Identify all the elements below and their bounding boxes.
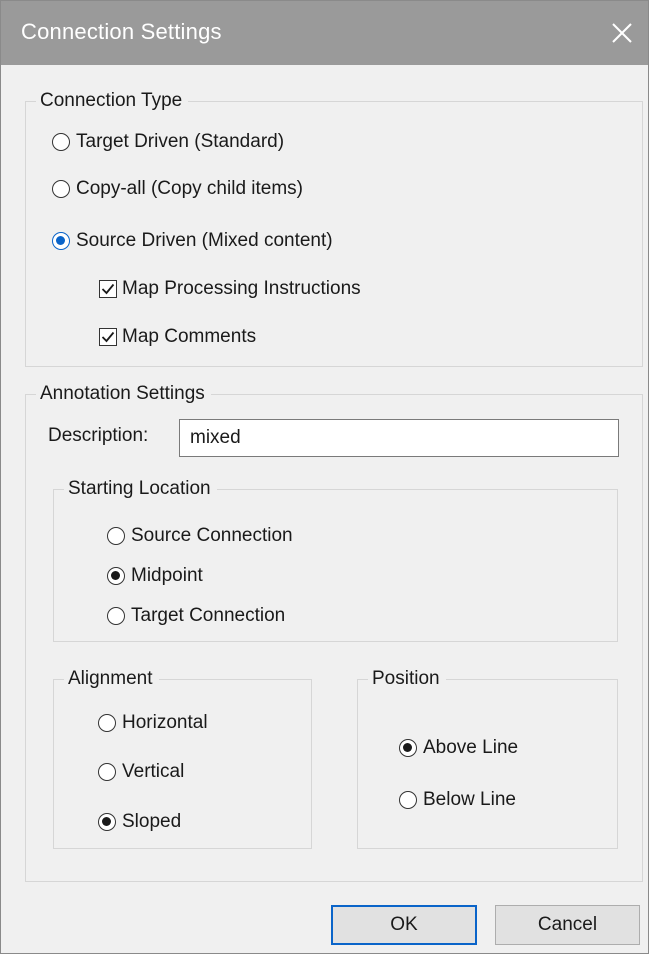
- radio-label: Horizontal: [122, 712, 208, 733]
- checkbox-map-processing-instructions[interactable]: Map Processing Instructions: [99, 278, 361, 300]
- radio-button-selected[interactable]: [399, 739, 417, 757]
- radio-button[interactable]: [98, 714, 116, 732]
- radio-label: Sloped: [122, 811, 182, 832]
- radio-source-connection[interactable]: Source Connection: [107, 525, 293, 547]
- radio-label: Target Connection: [131, 605, 286, 626]
- checkbox-label: Map Processing Instructions: [122, 278, 361, 299]
- checkbox-label: Map Comments: [122, 326, 257, 347]
- alignment-legend: Alignment: [64, 666, 159, 692]
- radio-label: Midpoint: [131, 565, 203, 586]
- radio-button[interactable]: [107, 527, 125, 545]
- radio-button-selected[interactable]: [52, 232, 70, 250]
- description-label: Description:: [48, 425, 149, 446]
- radio-label: Target Driven (Standard): [76, 131, 285, 152]
- title-bar[interactable]: Connection Settings: [1, 1, 648, 65]
- checkmark-icon: [101, 283, 115, 295]
- starting-location-legend: Starting Location: [64, 476, 217, 502]
- radio-button[interactable]: [98, 763, 116, 781]
- close-button[interactable]: [596, 1, 648, 65]
- cancel-button[interactable]: Cancel: [495, 905, 640, 945]
- radio-button[interactable]: [52, 180, 70, 198]
- radio-target-driven[interactable]: Target Driven (Standard): [52, 131, 284, 153]
- radio-below-line[interactable]: Below Line: [399, 789, 516, 811]
- annotation-settings-legend: Annotation Settings: [36, 381, 211, 407]
- close-icon: [612, 23, 632, 43]
- checkmark-icon: [101, 331, 115, 343]
- radio-button-selected[interactable]: [98, 813, 116, 831]
- connection-settings-dialog: Connection Settings Connection Type Targ…: [0, 0, 649, 954]
- radio-button[interactable]: [52, 133, 70, 151]
- radio-label: Above Line: [423, 737, 519, 758]
- radio-target-connection[interactable]: Target Connection: [107, 605, 285, 627]
- radio-button[interactable]: [399, 791, 417, 809]
- dialog-title: Connection Settings: [21, 19, 222, 44]
- radio-label: Source Driven (Mixed content): [76, 230, 333, 251]
- checkbox-map-comments[interactable]: Map Comments: [99, 326, 256, 348]
- radio-button-selected[interactable]: [107, 567, 125, 585]
- radio-vertical[interactable]: Vertical: [98, 761, 184, 783]
- position-legend: Position: [368, 666, 446, 692]
- position-group: Position: [357, 666, 618, 849]
- radio-copy-all[interactable]: Copy-all (Copy child items): [52, 178, 303, 200]
- radio-sloped[interactable]: Sloped: [98, 811, 181, 833]
- connection-type-legend: Connection Type: [36, 88, 189, 114]
- radio-label: Source Connection: [131, 525, 293, 546]
- checkbox[interactable]: [99, 328, 117, 346]
- ok-button[interactable]: OK: [331, 905, 477, 945]
- radio-label: Copy-all (Copy child items): [76, 178, 304, 199]
- radio-horizontal[interactable]: Horizontal: [98, 712, 208, 734]
- radio-source-driven[interactable]: Source Driven (Mixed content): [52, 230, 333, 252]
- checkbox[interactable]: [99, 280, 117, 298]
- radio-label: Vertical: [122, 761, 185, 782]
- radio-label: Below Line: [423, 789, 516, 810]
- radio-above-line[interactable]: Above Line: [399, 737, 518, 759]
- radio-midpoint[interactable]: Midpoint: [107, 565, 203, 587]
- radio-button[interactable]: [107, 607, 125, 625]
- description-input[interactable]: [179, 419, 619, 457]
